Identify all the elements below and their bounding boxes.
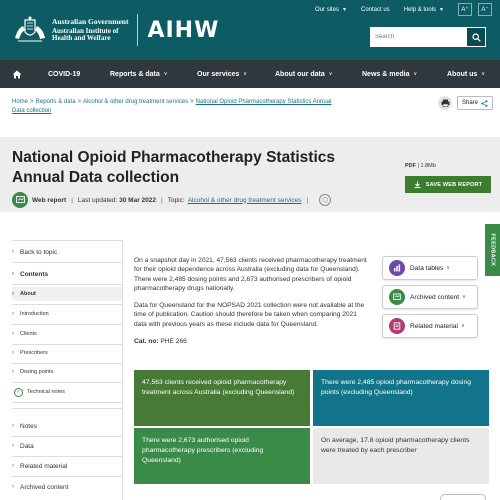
brand-divider xyxy=(137,14,139,46)
government-name: Australian Government xyxy=(52,16,129,26)
archive-icon xyxy=(389,289,405,305)
chevron-left-icon: ‹ xyxy=(12,249,14,255)
sidebar-item-technical-notes[interactable]: ✓ Technical notes xyxy=(12,386,122,398)
stat-tile-prescribers: There were 2,673 authorised opioid pharm… xyxy=(134,428,310,484)
home-button[interactable] xyxy=(0,60,34,88)
utility-bar: Our sites ▼ Contact us Help & tools ▼ A⁺ A… xyxy=(301,3,492,16)
site-header: Our sites ▼ Contact us Help & tools ▼ A⁺ A… xyxy=(0,0,500,60)
chevron-down-icon: ▼ xyxy=(342,6,347,13)
stat-tile-dosing-points: There were 2,485 opioid pharmacotherapy … xyxy=(313,370,489,426)
download-icon xyxy=(414,181,421,188)
document-icon xyxy=(389,318,405,334)
chevron-down-icon: ▼ xyxy=(439,6,444,13)
sidebar-item-clients[interactable]: › Clients xyxy=(12,328,122,340)
our-sites-link[interactable]: Our sites ▼ xyxy=(315,7,347,13)
chevron-down-icon: ∨ xyxy=(413,71,418,77)
report-meta: Web report | Last updated: 30 Mar 2022 |… xyxy=(12,192,332,208)
save-web-report-button[interactable]: SAVE WEB REPORT xyxy=(405,176,491,193)
printer-icon xyxy=(441,99,449,107)
help-tools-link[interactable]: Help & tools ▼ xyxy=(404,7,444,13)
main-nav: COVID-19 Reports & data ∨ Our services ∨ A… xyxy=(0,60,500,88)
sidebar-item-dosing-points[interactable]: › Dosing points xyxy=(12,366,122,378)
sidebar-item-prescribers[interactable]: › Prescribers xyxy=(12,347,122,359)
archived-content-card[interactable]: Archived content ∨ xyxy=(382,285,478,309)
breadcrumb-current-line2[interactable]: Data collection xyxy=(12,108,51,114)
chevron-right-icon: › xyxy=(12,443,14,449)
sidebar-item-notes[interactable]: › Notes xyxy=(12,420,122,432)
nav-about-our-data[interactable]: About our data ∨ xyxy=(275,71,332,78)
breadcrumb-aod-services[interactable]: Alcohol & other drug treatment services xyxy=(83,99,188,105)
stat-tile-clients: 47,563 clients received opioid pharmacot… xyxy=(134,370,310,426)
contents-heading[interactable]: › Contents xyxy=(12,268,122,280)
chevron-down-icon: ∨ xyxy=(462,294,466,300)
search-bar xyxy=(370,27,486,47)
chevron-down-icon: ∨ xyxy=(163,71,168,77)
brand[interactable]: Australian Government Australian Institu… xyxy=(12,14,219,46)
check-circle-icon: ✓ xyxy=(14,387,23,397)
sidebar-item-archived-content[interactable]: › Archived content xyxy=(12,481,122,493)
back-to-topic-link[interactable]: ‹ Back to topic xyxy=(12,246,122,258)
chevron-right-icon: › xyxy=(12,484,14,490)
share-icon xyxy=(481,99,488,107)
feedback-tab[interactable]: FEEDBACK xyxy=(485,224,500,276)
page-title: National Opioid Pharmacotherapy Statisti… xyxy=(12,149,335,186)
topic-link[interactable]: Alcohol & other drug treatment services xyxy=(188,197,302,204)
topic-label: Topic: xyxy=(167,196,185,204)
main-content: On a snapshot day in 2021, 47,563 client… xyxy=(134,256,370,354)
nav-our-services[interactable]: Our services ∨ xyxy=(197,71,247,78)
chevron-right-icon: › xyxy=(12,369,14,375)
breadcrumb-home[interactable]: Home xyxy=(12,99,28,105)
data-tables-card[interactable]: Data tables ∨ xyxy=(382,256,478,280)
font-increase-button[interactable]: A⁺ xyxy=(458,3,472,16)
sidebar-item-related-material[interactable]: › Related material xyxy=(12,460,122,472)
nav-news-media[interactable]: News & media ∨ xyxy=(362,71,417,78)
stat-tile-clients-per-prescriber: On average, 17.8 opioid pharmacotherapy … xyxy=(313,428,489,484)
accessibility-icon[interactable]: ◯ xyxy=(319,194,332,206)
search-button[interactable] xyxy=(466,27,486,47)
contact-link[interactable]: Contact us xyxy=(361,7,390,13)
coat-of-arms-logo xyxy=(12,16,48,44)
nav-covid[interactable]: COVID-19 xyxy=(48,71,80,78)
chevron-right-icon: › xyxy=(12,311,14,317)
catalogue-number: Cat. no: PHE 266 xyxy=(134,338,187,346)
search-icon xyxy=(471,32,481,42)
sidebar-item-about[interactable]: › About xyxy=(12,287,122,301)
share-button[interactable]: Share xyxy=(457,96,493,110)
print-button[interactable] xyxy=(438,96,452,110)
chevron-down-icon: ∨ xyxy=(481,71,485,77)
sidebar-item-introduction[interactable]: › Introduction xyxy=(12,308,122,320)
breadcrumb-current-line1[interactable]: National Opioid Pharmacotherapy Statisti… xyxy=(196,99,332,105)
caution-paragraph: Data for Queensland for the NOPSAD 2021 … xyxy=(134,302,365,328)
chevron-down-icon: ∨ xyxy=(328,71,333,77)
chevron-right-icon: › xyxy=(12,423,14,429)
sidebar-item-data[interactable]: › Data xyxy=(12,440,122,452)
font-decrease-button[interactable]: A⁻ xyxy=(478,3,492,16)
content-divider xyxy=(122,240,123,500)
home-icon xyxy=(12,70,22,78)
institute-name-line2: Health and Welfare xyxy=(52,33,111,42)
related-material-card[interactable]: Related material ∨ xyxy=(382,314,478,338)
aihw-logo: AIHW xyxy=(147,17,220,43)
report-type: Web report xyxy=(32,196,67,204)
chevron-right-icon: › xyxy=(12,350,14,356)
chevron-right-icon: › xyxy=(12,291,14,297)
chevron-down-icon: ∨ xyxy=(243,71,248,77)
nav-about-us[interactable]: About us ∨ xyxy=(447,71,485,78)
chevron-right-icon: › xyxy=(12,271,14,277)
chevron-right-icon: › xyxy=(12,463,14,469)
chevron-down-icon: ∨ xyxy=(461,323,465,329)
pdf-info: PDF | 1.8Mb xyxy=(405,163,436,169)
search-input[interactable] xyxy=(370,27,466,47)
nav-reports-data[interactable]: Reports & data ∨ xyxy=(110,71,167,78)
bar-chart-icon xyxy=(389,260,405,276)
breadcrumb-reports-data[interactable]: Reports & data xyxy=(36,99,76,105)
updated-value: 30 Mar 2022 xyxy=(119,196,156,204)
intro-paragraph: On a snapshot day in 2021, 47,563 client… xyxy=(134,257,367,292)
web-report-icon xyxy=(12,192,28,208)
chevron-down-icon: ∨ xyxy=(446,265,451,271)
scroll-more-button[interactable] xyxy=(440,494,486,500)
updated-label: Last updated: xyxy=(77,196,118,204)
breadcrumb: Home > Reports & data > Alcohol & other drug… xyxy=(12,99,332,114)
chevron-right-icon: › xyxy=(12,331,14,337)
